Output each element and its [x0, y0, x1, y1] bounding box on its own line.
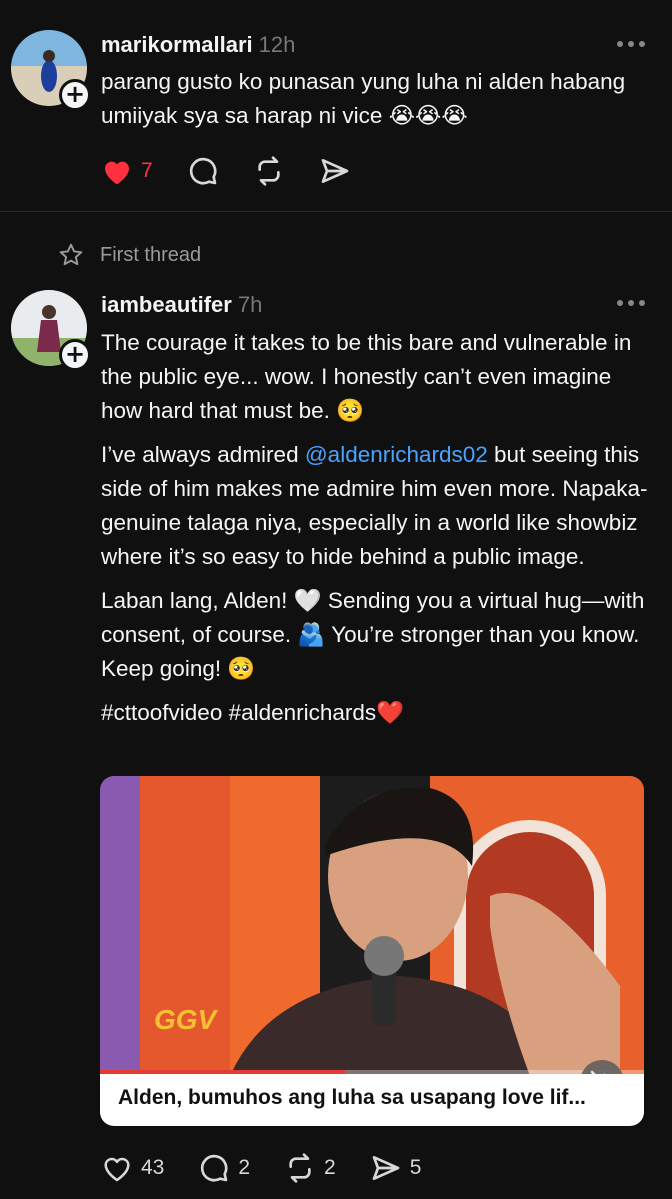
comment-icon	[189, 157, 217, 185]
repost-button[interactable]: 2	[284, 1152, 336, 1184]
share-button[interactable]	[319, 155, 351, 187]
video-caption: Alden, bumuhos ang luha sa usapang love …	[100, 1074, 644, 1126]
username[interactable]: iambeautifer 7h	[101, 292, 262, 318]
timestamp: 12h	[258, 32, 296, 57]
paragraph: Laban lang, Alden! 🤍 Sending you a virtu…	[101, 588, 645, 681]
paragraph: I’ve always admired @aldenrichards02 but…	[101, 442, 648, 569]
hashtags[interactable]: #cttoofvideo #aldenrichards❤️	[101, 696, 656, 730]
comment-icon	[201, 1154, 228, 1182]
more-options-icon[interactable]	[617, 300, 647, 308]
more-options-icon[interactable]	[617, 41, 647, 49]
mention-link[interactable]: @aldenrichards02	[305, 442, 488, 467]
first-thread-label: First thread	[58, 242, 201, 268]
action-bar: 7	[101, 154, 385, 188]
share-count: 5	[409, 1156, 422, 1179]
like-button[interactable]: 7	[101, 156, 153, 186]
send-icon	[372, 1156, 400, 1180]
repost-icon	[258, 156, 280, 186]
action-bar: 43 2 2 5	[101, 1151, 455, 1185]
send-icon	[321, 159, 349, 183]
like-button[interactable]: 43	[101, 1153, 164, 1183]
follow-plus-icon[interactable]: +	[59, 79, 91, 111]
like-count: 7	[141, 159, 153, 182]
star-outline-icon	[59, 243, 83, 266]
reply-count: 2	[238, 1156, 251, 1179]
like-count: 43	[141, 1156, 165, 1179]
paragraph: The courage it takes to be this bare and…	[101, 330, 632, 423]
post-divider	[0, 211, 672, 212]
reply-button[interactable]: 2	[198, 1152, 250, 1184]
post-text: parang gusto ko punasan yung luha ni ald…	[101, 69, 626, 128]
timestamp: 7h	[237, 292, 263, 317]
username[interactable]: marikormallari 12h	[101, 32, 295, 58]
repost-count: 2	[324, 1156, 336, 1179]
repost-icon	[289, 1153, 311, 1183]
heart-filled-icon	[105, 161, 129, 185]
reply-button[interactable]	[187, 155, 219, 187]
follow-plus-icon[interactable]: +	[59, 339, 91, 371]
repost-button[interactable]	[253, 155, 285, 187]
heart-outline-icon	[104, 1157, 130, 1182]
video-thumbnail[interactable]: GGV Alden, bumuhos ang luha sa usapang l…	[100, 776, 644, 1126]
share-button[interactable]: 5	[370, 1152, 422, 1184]
post-text: The courage it takes to be this bare and…	[101, 326, 656, 740]
channel-logo: GGV	[154, 1004, 217, 1035]
